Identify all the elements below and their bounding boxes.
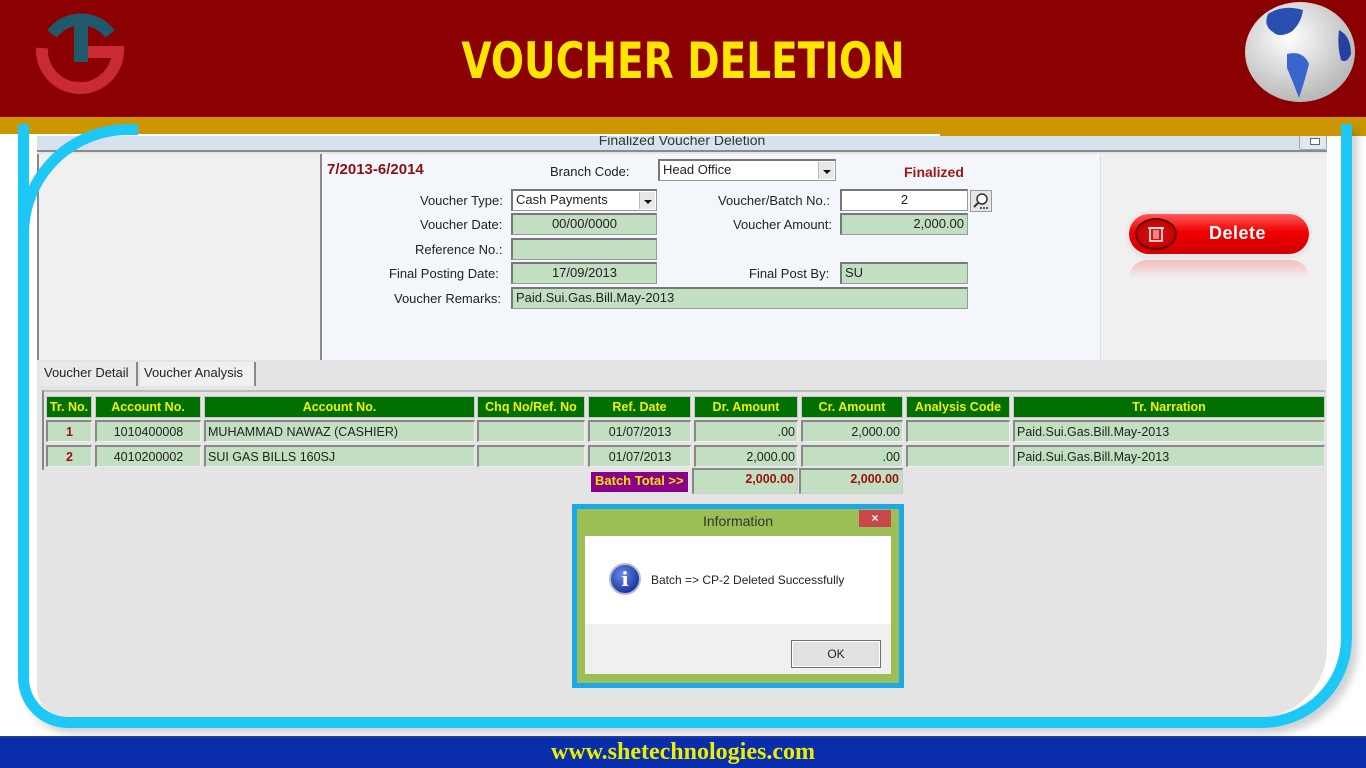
- slide-title: VOUCHER DELETION: [461, 32, 905, 90]
- website-link[interactable]: www.shetechnologies.com: [551, 739, 815, 765]
- company-logo-icon: [35, 13, 125, 94]
- decorative-frame: [18, 124, 1352, 728]
- header-band: VOUCHER DELETION: [0, 0, 1366, 118]
- footer-band: www.shetechnologies.com: [0, 736, 1366, 768]
- globe-icon: [1245, 2, 1355, 102]
- slide: VOUCHER DELETION Finalized Voucher Delet…: [0, 0, 1366, 768]
